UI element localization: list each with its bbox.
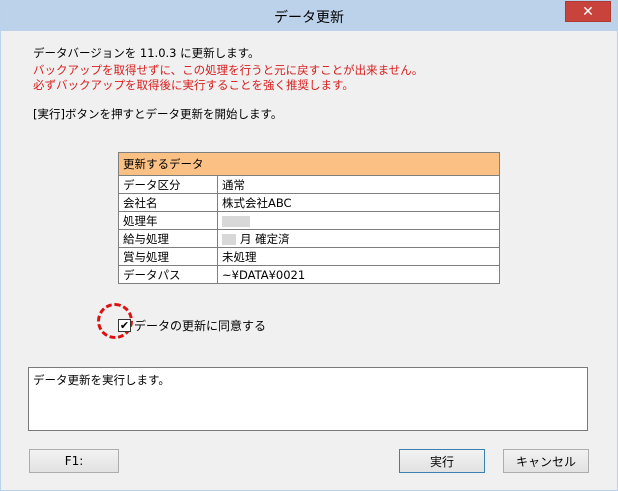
- row-value: 月 確定済: [240, 231, 290, 246]
- row-value: ~¥DATA¥0021: [217, 265, 500, 284]
- agree-checkbox[interactable]: ✔: [118, 319, 131, 332]
- row-key: 賞与処理: [118, 247, 218, 266]
- row-key: データ区分: [118, 175, 218, 194]
- agree-label[interactable]: データの更新に同意する: [134, 317, 266, 334]
- redacted-block: [222, 233, 236, 245]
- log-output[interactable]: データ更新を実行します。: [28, 367, 588, 431]
- window-title: データ更新: [274, 10, 344, 26]
- table-row: データパス ~¥DATA¥0021: [118, 265, 500, 284]
- instruction-message: [実行]ボタンを押すとデータ更新を開始します。: [33, 107, 283, 121]
- f1-button[interactable]: F1:: [29, 449, 119, 473]
- cancel-button[interactable]: キャンセル: [503, 449, 589, 473]
- execute-button[interactable]: 実行: [399, 449, 485, 473]
- table-header: 更新するデータ: [118, 152, 500, 176]
- version-message: データバージョンを 11.0.3 に更新します。: [33, 46, 260, 60]
- redacted-block: [222, 215, 250, 227]
- check-icon: ✔: [119, 319, 130, 332]
- table-header-row: 更新するデータ: [118, 152, 500, 176]
- row-key: 処理年: [118, 211, 218, 230]
- row-value-redacted: [217, 211, 500, 230]
- table-row: 処理年: [118, 211, 500, 230]
- dialog-content: データバージョンを 11.0.3 に更新します。 バックアップを取得せずに、この…: [9, 31, 609, 482]
- close-button[interactable]: ✕: [565, 1, 611, 22]
- table-row: 会社名 株式会社ABC: [118, 193, 500, 212]
- row-value: 通常: [217, 175, 500, 194]
- row-value: 未処理: [217, 247, 500, 266]
- row-key: 給与処理: [118, 229, 218, 248]
- title-bar[interactable]: データ更新 ✕: [1, 1, 617, 31]
- warning-line-2: 必ずバックアップを取得後に実行することを強く推奨します。: [33, 78, 354, 92]
- dialog-window: データ更新 ✕ データバージョンを 11.0.3 に更新します。 バックアップを…: [0, 0, 618, 491]
- row-value-cell: 月 確定済: [217, 229, 500, 248]
- row-key: 会社名: [118, 193, 218, 212]
- row-key: データパス: [118, 265, 218, 284]
- warning-line-1: バックアップを取得せずに、この処理を行うと元に戻すことが出来ません。: [33, 63, 424, 77]
- agree-checkbox-row[interactable]: ✔ データの更新に同意する: [118, 317, 266, 334]
- table-row: 賞与処理 未処理: [118, 247, 500, 266]
- row-value: 株式会社ABC: [217, 193, 500, 212]
- update-data-table: 更新するデータ データ区分 通常 会社名 株式会社ABC 処理年 給与処理 月 …: [118, 152, 500, 284]
- close-icon: ✕: [582, 3, 594, 20]
- table-row: データ区分 通常: [118, 175, 500, 194]
- table-row: 給与処理 月 確定済: [118, 229, 500, 248]
